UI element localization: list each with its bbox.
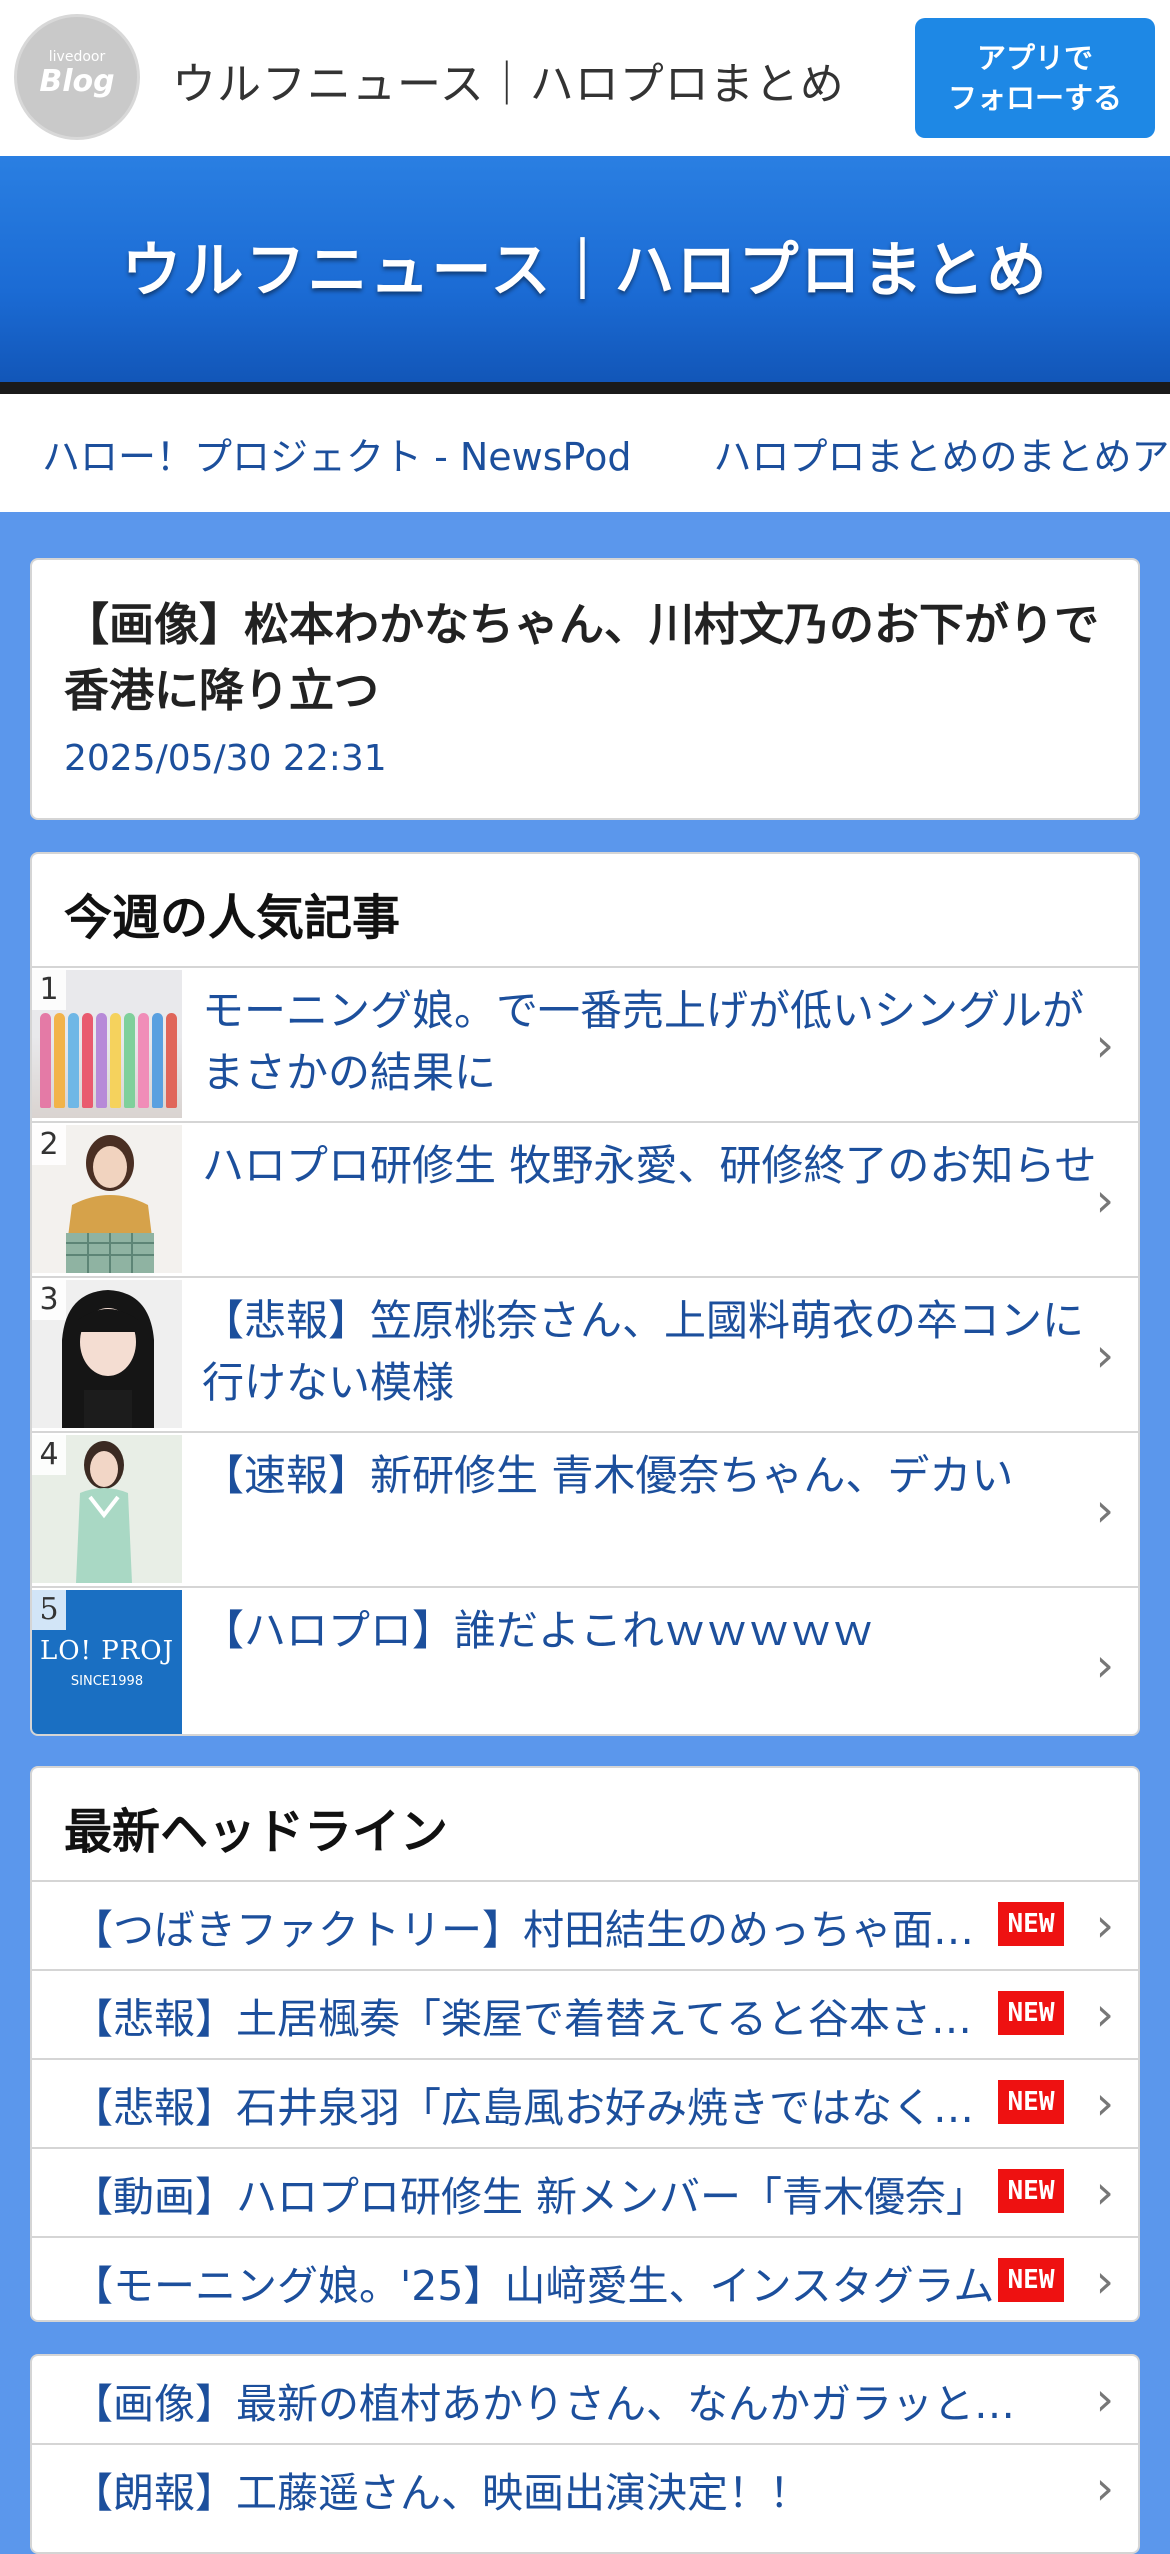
- chevron-right-icon: ›: [1095, 1017, 1114, 1072]
- rank-number: 1: [32, 970, 66, 1010]
- chevron-right-icon: ›: [1095, 1327, 1114, 1382]
- related-title: 【朗報】工藤遥さん、映画出演決定！！: [72, 2468, 810, 2517]
- related-articles-card: 【画像】最新の植村あかりさん、なんかガラッと変わる › 【朗報】工藤遥さん、映画…: [30, 2354, 1140, 2554]
- headline-title: 【動画】ハロプロ研修生 新メンバー「青木優奈」: [72, 2172, 988, 2221]
- chevron-right-icon: ›: [1095, 1897, 1114, 1952]
- chevron-right-icon: ›: [1095, 2460, 1114, 2515]
- follow-in-app-button[interactable]: アプリで フォローする: [915, 18, 1155, 138]
- blog-title: ウルフニュース｜ハロプロまとめ: [121, 235, 1049, 306]
- popular-thumbnail-portrait: 4: [32, 1435, 182, 1583]
- follow-button-line2: フォローする: [947, 81, 1122, 115]
- thumbnail-logo-subtext: SINCE1998: [70, 1674, 144, 1689]
- logo-big-text: Blog: [39, 64, 115, 99]
- related-item[interactable]: 【朗報】工藤遥さん、映画出演決定！！ ›: [32, 2445, 1138, 2532]
- headline-title: 【つばきファクトリー】村田結生のめっちゃ面白い: [72, 1905, 1002, 1954]
- headline-item[interactable]: 【悲報】土居楓奏「楽屋で着替えてると谷本さんが NEW ›: [32, 1971, 1138, 2060]
- headline-item[interactable]: 【モーニング娘。'25】山﨑愛生、インスタグラム NEW ›: [32, 2238, 1138, 2320]
- headline-item[interactable]: 【悲報】石井泉羽「広島風お好み焼きではなく広島 NEW ›: [32, 2060, 1138, 2149]
- site-name[interactable]: ウルフニュース｜ハロプロまとめ: [172, 48, 845, 112]
- nav-link-matome-antenna[interactable]: ハロプロまとめのまとめアンテナ: [713, 426, 1170, 481]
- latest-headlines-card: 最新ヘッドライン 【つばきファクトリー】村田結生のめっちゃ面白い NEW › 【…: [30, 1766, 1140, 2322]
- related-title: 【画像】最新の植村あかりさん、なんかガラッと変わる: [72, 2379, 1052, 2428]
- article-header-card: 【画像】松本わかなちゃん、川村文乃のお下がりで香港に降り立つ 2025/05/3…: [30, 558, 1140, 820]
- logo-small-text: livedoor: [48, 49, 106, 65]
- top-app-bar: livedoor Blog ウルフニュース｜ハロプロまとめ アプリで フォローす…: [0, 0, 1170, 156]
- follow-button-line1: アプリで: [976, 41, 1093, 75]
- article-title: 【画像】松本わかなちゃん、川村文乃のお下がりで香港に降り立つ: [64, 598, 1100, 717]
- rank-number: 3: [32, 1280, 66, 1320]
- thumbnail-logo-text: LO! PROJ: [39, 1636, 175, 1666]
- headline-title: 【悲報】土居楓奏「楽屋で着替えてると谷本さんが: [72, 1994, 1002, 2043]
- chevron-right-icon: ›: [1095, 2164, 1114, 2219]
- popular-thumbnail-hello-project-logo: LO! PROJ SINCE1998 5: [32, 1590, 182, 1734]
- popular-item-title: ハロプロ研修生 牧野永愛、研修終了のお知らせ: [202, 1141, 1097, 1190]
- article-date: 2025/05/30 22:31: [64, 738, 387, 779]
- chevron-right-icon: ›: [1095, 1986, 1114, 2041]
- new-badge: NEW: [998, 1902, 1064, 1946]
- rank-number: 5: [32, 1590, 66, 1630]
- related-item[interactable]: 【画像】最新の植村あかりさん、なんかガラッと変わる ›: [32, 2356, 1138, 2445]
- new-badge: NEW: [998, 2169, 1064, 2213]
- nav-link-newspod[interactable]: ハロー！プロジェクト - NewsPod: [42, 426, 631, 481]
- headline-title: 【悲報】石井泉羽「広島風お好み焼きではなく広島: [72, 2083, 1002, 2132]
- popular-item[interactable]: LO! PROJ SINCE1998 5 【ハロプロ】誰だよこれｗｗｗｗｗ ›: [32, 1588, 1138, 1734]
- popular-item-title: 【悲報】笠原桃奈さん、上國料萌衣の卒コンに行けない模様: [202, 1296, 1085, 1407]
- popular-articles-card: 今週の人気記事 1 モーニング娘。で一番売上げが低いシングルがまさかの結果に ›: [30, 852, 1140, 1736]
- new-badge: NEW: [998, 2258, 1064, 2302]
- popular-thumbnail-portrait: 3: [32, 1280, 182, 1428]
- chevron-right-icon: ›: [1095, 2253, 1114, 2308]
- antenna-nav-strip: ハロー！プロジェクト - NewsPod ハロプロまとめのまとめアンテナ: [0, 394, 1170, 512]
- popular-item-title: 【ハロプロ】誰だよこれｗｗｗｗｗ: [202, 1606, 875, 1655]
- rank-number: 4: [32, 1435, 66, 1475]
- livedoor-blog-logo[interactable]: livedoor Blog: [14, 14, 140, 140]
- blog-header-banner[interactable]: ウルフニュース｜ハロプロまとめ: [0, 156, 1170, 394]
- chevron-right-icon: ›: [1095, 1482, 1114, 1537]
- popular-item[interactable]: 2 ハロプロ研修生 牧野永愛、研修終了のお知らせ ›: [32, 1123, 1138, 1278]
- chevron-right-icon: ›: [1095, 1637, 1114, 1692]
- popular-item[interactable]: 3 【悲報】笠原桃奈さん、上國料萌衣の卒コンに行けない模様 ›: [32, 1278, 1138, 1433]
- rank-number: 2: [32, 1125, 66, 1165]
- new-badge: NEW: [998, 1991, 1064, 2035]
- chevron-right-icon: ›: [1095, 2371, 1114, 2426]
- popular-thumbnail-group-photo: 1: [32, 970, 182, 1118]
- popular-item-title: モーニング娘。で一番売上げが低いシングルがまさかの結果に: [202, 986, 1085, 1097]
- popular-section-title: 今週の人気記事: [32, 854, 1138, 968]
- popular-item[interactable]: 4 【速報】新研修生 青木優奈ちゃん、デカい ›: [32, 1433, 1138, 1588]
- headline-item[interactable]: 【つばきファクトリー】村田結生のめっちゃ面白い NEW ›: [32, 1882, 1138, 1971]
- popular-item-title: 【速報】新研修生 青木優奈ちゃん、デカい: [202, 1451, 1014, 1500]
- new-badge: NEW: [998, 2080, 1064, 2124]
- headline-item[interactable]: 【動画】ハロプロ研修生 新メンバー「青木優奈」 NEW ›: [32, 2149, 1138, 2238]
- popular-item[interactable]: 1 モーニング娘。で一番売上げが低いシングルがまさかの結果に ›: [32, 968, 1138, 1123]
- popular-thumbnail-portrait: 2: [32, 1125, 182, 1273]
- headline-title: 【モーニング娘。'25】山﨑愛生、インスタグラム: [72, 2261, 995, 2310]
- chevron-right-icon: ›: [1095, 2075, 1114, 2130]
- chevron-right-icon: ›: [1095, 1172, 1114, 1227]
- headlines-section-title: 最新ヘッドライン: [32, 1768, 1138, 1882]
